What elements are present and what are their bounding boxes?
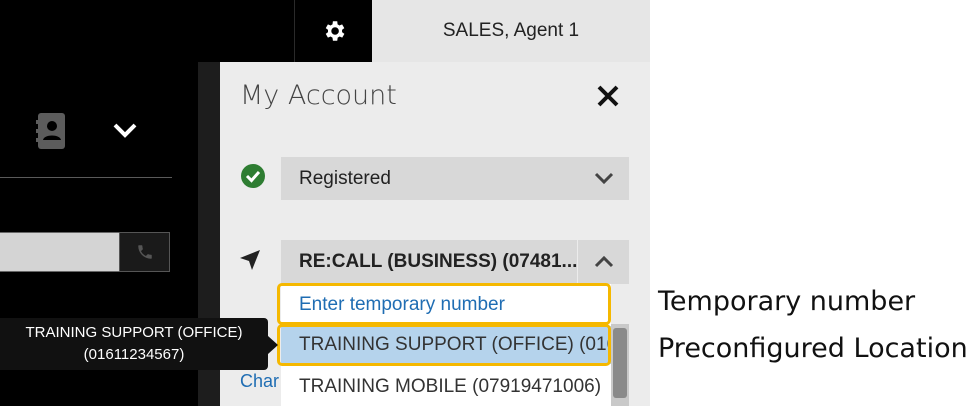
check-circle-icon [241, 164, 265, 188]
call-button[interactable] [119, 232, 170, 272]
location-select[interactable]: RE:CALL (BUSINESS) (07481... [281, 240, 577, 284]
annotation-temporary-number: Temporary number [658, 286, 916, 317]
highlight-box-temporary [277, 283, 611, 325]
chevron-up-icon [594, 255, 613, 268]
change-link[interactable]: Char [240, 371, 280, 392]
tooltip-line-1: TRAINING SUPPORT (OFFICE) [25, 324, 243, 341]
highlight-box-preconfigured [277, 324, 611, 366]
option-training-mobile[interactable]: TRAINING MOBILE (07919471006) [281, 368, 611, 406]
dial-number-input[interactable] [0, 232, 119, 272]
location-tooltip: TRAINING SUPPORT (OFFICE) (01611234567) [0, 318, 268, 370]
scrollbar-thumb[interactable] [613, 328, 627, 398]
status-select[interactable]: Registered [281, 157, 629, 200]
settings-button[interactable] [294, 0, 372, 62]
dialer-header [0, 62, 198, 177]
divider [0, 177, 172, 178]
agent-name[interactable]: SALES, Agent 1 [372, 0, 650, 62]
navigation-arrow-icon [240, 250, 260, 270]
gear-icon [325, 21, 344, 41]
top-bar [0, 0, 294, 62]
annotation-preconfigured-location: Preconfigured Location [658, 333, 968, 364]
phone-icon [137, 245, 152, 259]
location-value: RE:CALL (BUSINESS) (07481... [299, 251, 577, 272]
chevron-down-icon[interactable] [112, 120, 138, 142]
location-toggle-button[interactable] [578, 240, 629, 284]
panel-title: My Account [240, 80, 397, 111]
chevron-down-icon [594, 172, 614, 185]
tooltip-line-2: (01611234567) [83, 346, 185, 363]
address-book-icon[interactable] [36, 112, 68, 150]
tooltip-arrow [268, 336, 278, 354]
close-icon[interactable] [592, 80, 624, 112]
status-value: Registered [299, 167, 391, 189]
